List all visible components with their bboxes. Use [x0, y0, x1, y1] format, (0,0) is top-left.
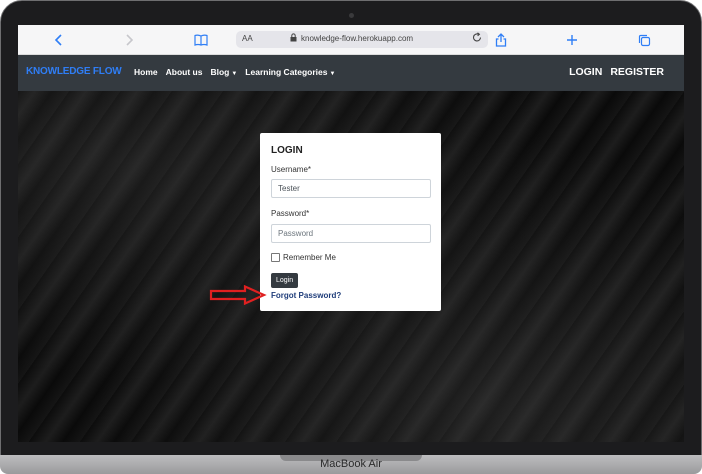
remember-checkbox[interactable] [271, 253, 280, 262]
back-icon[interactable] [50, 31, 68, 49]
address-bar[interactable]: AA knowledge-flow.herokuapp.com [236, 31, 488, 48]
forward-icon[interactable] [120, 31, 138, 49]
site-navbar: KNOWLEDGE FLOW Home About us Blog ▼ Learn… [18, 55, 684, 91]
camera-dot [349, 13, 354, 18]
remember-label: Remember Me [283, 253, 336, 262]
arrow-annotation-icon [209, 285, 267, 305]
device-label: MacBook Air [320, 458, 382, 470]
nav-links: Home About us Blog ▼ Learning Categories ▼ [134, 67, 335, 77]
reload-icon[interactable] [472, 32, 482, 46]
browser-toolbar: AA knowledge-flow.herokuapp.com [18, 25, 684, 55]
url-text: knowledge-flow.herokuapp.com [301, 34, 414, 43]
caret-down-icon: ▼ [329, 71, 336, 77]
username-input[interactable] [271, 179, 431, 198]
caret-down-icon: ▼ [231, 71, 238, 77]
login-title: LOGIN [271, 145, 303, 156]
login-button[interactable]: Login [271, 273, 299, 288]
plus-icon[interactable] [563, 31, 581, 49]
password-input[interactable] [271, 224, 431, 243]
screen: AA knowledge-flow.herokuapp.com KNOWLEDG… [18, 25, 684, 442]
nav-login[interactable]: LOGIN [569, 66, 602, 78]
text-size-button[interactable]: AA [242, 34, 253, 43]
lock-icon [290, 33, 297, 44]
nav-categories-dropdown[interactable]: Learning Categories ▼ [245, 67, 335, 77]
password-label: Password* [271, 209, 310, 218]
username-label: Username* [271, 165, 312, 174]
login-card: LOGIN Username* Password* Remember Me Lo… [260, 133, 441, 311]
nav-register[interactable]: REGISTER [610, 66, 664, 78]
brand-logo[interactable]: KNOWLEDGE FLOW [26, 66, 122, 77]
forgot-password-link[interactable]: Forgot Password? [271, 291, 341, 300]
share-icon[interactable] [492, 31, 510, 49]
nav-home[interactable]: Home [134, 67, 158, 77]
nav-about[interactable]: About us [166, 67, 203, 77]
nav-categories-label: Learning Categories [245, 67, 328, 77]
nav-auth-links: LOGIN REGISTER [569, 66, 664, 78]
nav-blog-label: Blog [210, 67, 230, 77]
remember-me[interactable]: Remember Me [271, 253, 336, 262]
tabs-icon[interactable] [635, 31, 653, 49]
book-icon[interactable] [192, 31, 210, 49]
nav-blog-dropdown[interactable]: Blog ▼ [210, 67, 237, 77]
